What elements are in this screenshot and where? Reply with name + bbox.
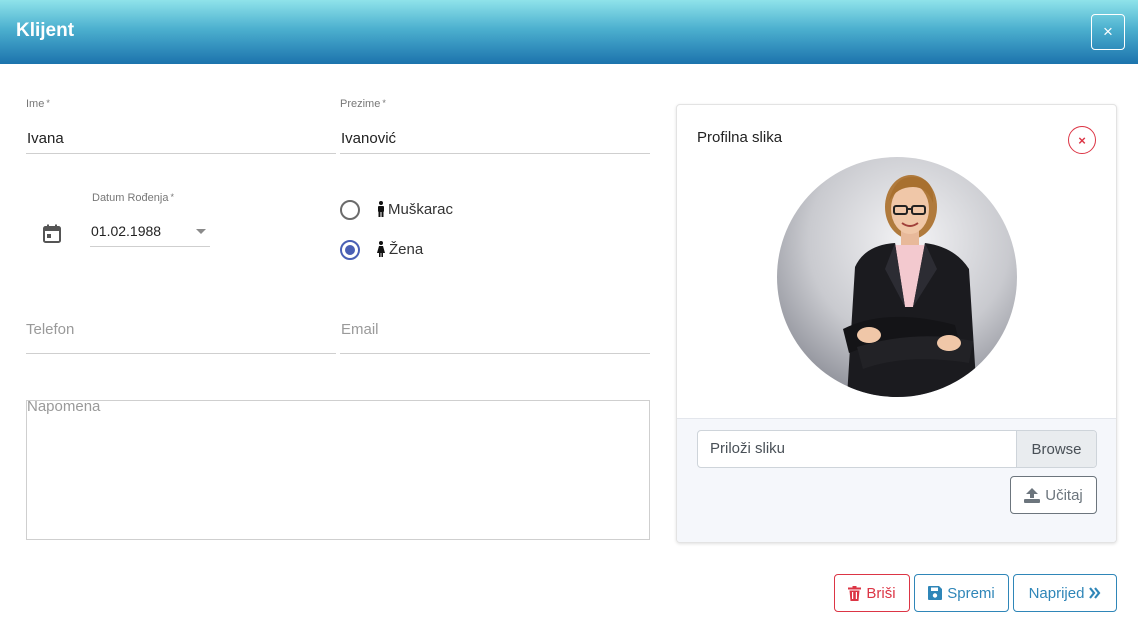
- save-icon: [928, 586, 943, 600]
- delete-button[interactable]: Briši: [834, 574, 910, 612]
- birth-date-input[interactable]: 01.02.1988: [91, 223, 161, 239]
- email-underline: [340, 353, 650, 354]
- last-name-input[interactable]: Ivanović: [341, 130, 396, 147]
- chevron-down-icon[interactable]: [196, 229, 206, 234]
- close-icon: ×: [1078, 132, 1086, 148]
- first-name-label: Ime *: [26, 98, 50, 110]
- save-button-label: Spremi: [947, 584, 995, 602]
- radio-male[interactable]: [340, 200, 360, 220]
- first-name-input[interactable]: Ivana: [27, 130, 64, 147]
- upload-icon: [1024, 487, 1041, 503]
- close-icon: ×: [1103, 22, 1113, 41]
- upload-button-label: Učitaj: [1045, 486, 1083, 504]
- note-textarea[interactable]: [26, 400, 650, 540]
- delete-button-label: Briši: [866, 584, 896, 602]
- close-button[interactable]: ×: [1091, 14, 1125, 50]
- male-icon: [378, 201, 384, 217]
- dialog-header: Klijent ×: [0, 0, 1138, 64]
- profile-picture-card: Profilna slika × Priloži sliku Browse Uč…: [676, 104, 1117, 543]
- birth-date-label: Datum Rođenja *: [92, 192, 174, 204]
- last-name-label: Prezime *: [340, 98, 386, 110]
- next-button-label: Naprijed: [1028, 584, 1085, 602]
- profile-avatar: [777, 157, 1017, 397]
- next-button[interactable]: Naprijed: [1013, 574, 1117, 612]
- browse-button[interactable]: Browse: [1016, 431, 1096, 467]
- file-input[interactable]: Priloži sliku Browse: [697, 430, 1097, 468]
- phone-input[interactable]: Telefon: [26, 321, 74, 338]
- upload-button[interactable]: Učitaj: [1010, 476, 1097, 514]
- female-icon: [377, 241, 385, 257]
- remove-picture-button[interactable]: ×: [1068, 126, 1096, 154]
- last-name-underline: [340, 153, 650, 154]
- dialog-title: Klijent: [16, 20, 75, 41]
- chevrons-right-icon: [1089, 587, 1101, 599]
- first-name-underline: [26, 153, 336, 154]
- calendar-icon[interactable]: [42, 224, 62, 244]
- save-button[interactable]: Spremi: [914, 574, 1009, 612]
- trash-icon: [848, 585, 862, 601]
- radio-male-label[interactable]: Muškarac: [388, 201, 453, 218]
- file-input-placeholder: Priloži sliku: [710, 440, 786, 457]
- phone-underline: [26, 353, 336, 354]
- note-placeholder: Napomena: [27, 398, 101, 415]
- radio-female[interactable]: [340, 240, 360, 260]
- birth-date-underline: [90, 246, 210, 247]
- email-input[interactable]: Email: [341, 321, 379, 338]
- radio-female-label[interactable]: Žena: [389, 241, 423, 258]
- profile-card-title: Profilna slika: [697, 129, 783, 146]
